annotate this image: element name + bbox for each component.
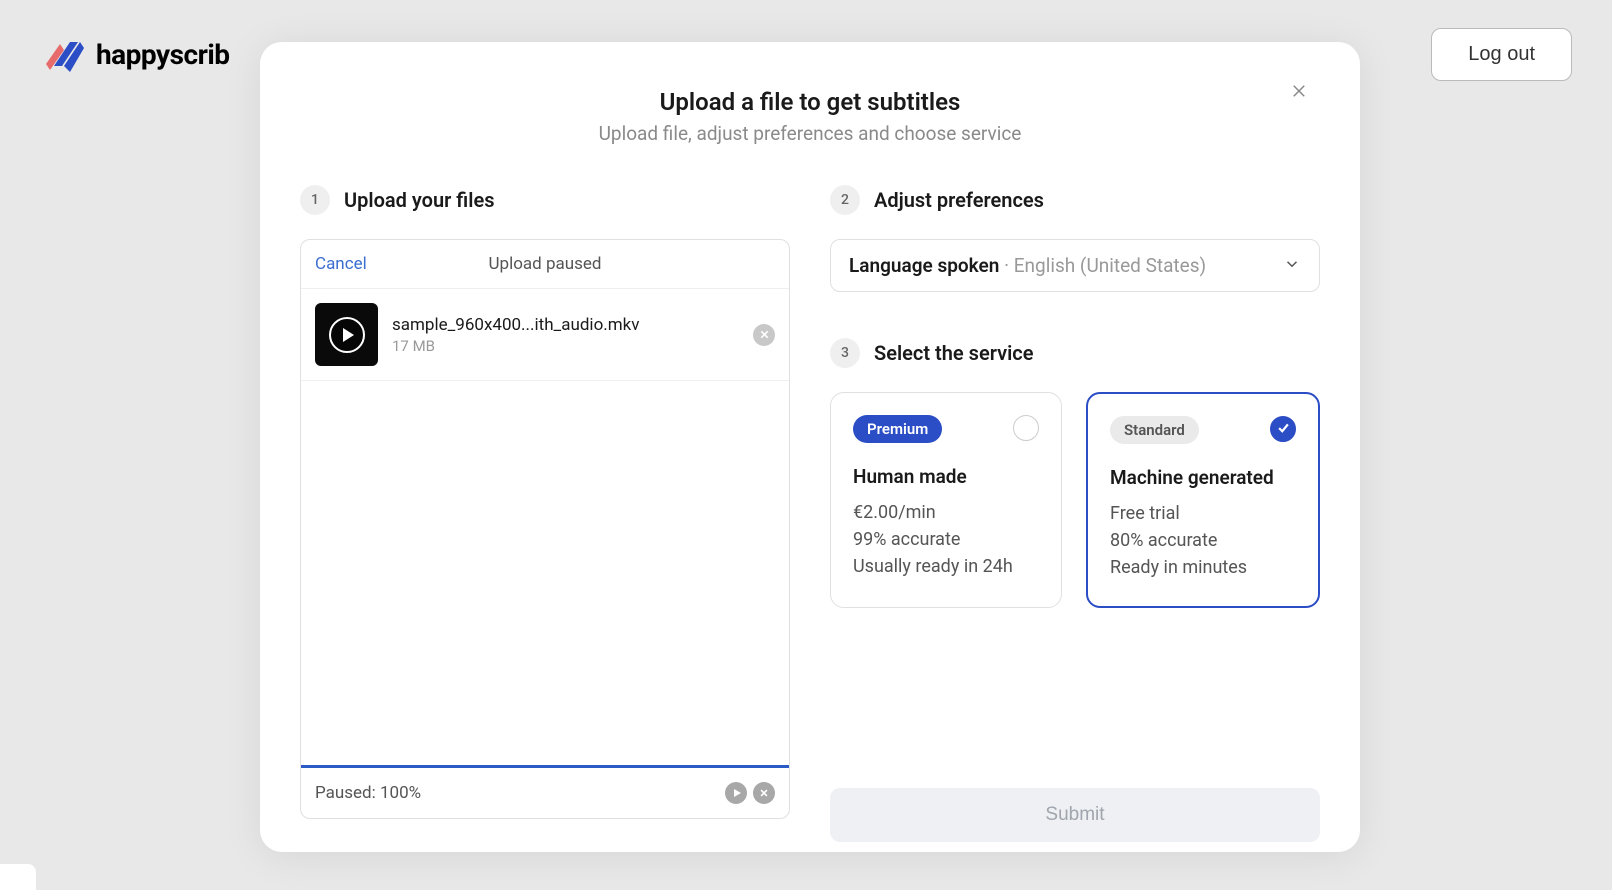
step-number: 3 xyxy=(830,338,860,368)
upload-box: Cancel Upload paused sample_960x400...it… xyxy=(300,239,790,819)
service-accuracy: 80% accurate xyxy=(1110,530,1296,551)
cancel-link[interactable]: Cancel xyxy=(315,254,367,274)
language-select[interactable]: Language spoken · English (United States… xyxy=(830,239,1320,292)
service-card-premium[interactable]: Premium Human made €2.00/min 99% accurat… xyxy=(830,392,1062,608)
file-info: sample_960x400...ith_audio.mkv 17 MB xyxy=(392,315,739,355)
cancel-upload-icon[interactable] xyxy=(753,782,775,804)
submit-button[interactable]: Submit xyxy=(830,788,1320,842)
upload-modal: Upload a file to get subtitles Upload fi… xyxy=(260,42,1360,852)
step-number: 2 xyxy=(830,185,860,215)
language-value: English (United States) xyxy=(1014,254,1206,277)
help-widget[interactable] xyxy=(0,864,36,890)
right-column: 2 Adjust preferences Language spoken · E… xyxy=(830,185,1320,842)
file-name: sample_960x400...ith_audio.mkv xyxy=(392,315,739,335)
file-row: sample_960x400...ith_audio.mkv 17 MB xyxy=(301,289,789,381)
step-number: 1 xyxy=(300,185,330,215)
left-column: 1 Upload your files Cancel Upload paused… xyxy=(300,185,790,842)
resume-icon[interactable] xyxy=(725,782,747,804)
step-label: Select the service xyxy=(874,341,1033,365)
radio-unchecked-icon[interactable] xyxy=(1013,415,1039,441)
service-price: Free trial xyxy=(1110,503,1296,524)
service-title: Human made xyxy=(853,465,1039,488)
step-label: Upload your files xyxy=(344,188,495,212)
logo-icon xyxy=(40,32,86,78)
service-eta: Ready in minutes xyxy=(1110,557,1296,578)
service-accuracy: 99% accurate xyxy=(853,529,1039,550)
upload-controls xyxy=(725,782,775,804)
step-1-header: 1 Upload your files xyxy=(300,185,790,215)
file-size: 17 MB xyxy=(392,337,739,355)
radio-checked-icon[interactable] xyxy=(1270,416,1296,442)
language-label: Language spoken xyxy=(849,254,999,277)
step-label: Adjust preferences xyxy=(874,188,1044,212)
premium-badge: Premium xyxy=(853,415,942,443)
service-title: Machine generated xyxy=(1110,466,1296,489)
check-icon xyxy=(1276,420,1291,439)
logout-button[interactable]: Log out xyxy=(1431,28,1572,81)
chevron-down-icon xyxy=(1283,255,1301,277)
play-icon xyxy=(329,317,365,353)
brand-name: happyscrib xyxy=(96,38,230,71)
upload-footer-status: Paused: 100% xyxy=(315,783,421,803)
step-2-header: 2 Adjust preferences xyxy=(830,185,1320,215)
remove-file-icon[interactable] xyxy=(753,324,775,346)
upload-header: Cancel Upload paused xyxy=(301,240,789,289)
step-3-header: 3 Select the service xyxy=(830,338,1320,368)
service-eta: Usually ready in 24h xyxy=(853,556,1039,577)
video-thumbnail[interactable] xyxy=(315,303,378,366)
upload-footer: Paused: 100% xyxy=(301,768,789,818)
service-price: €2.00/min xyxy=(853,502,1039,523)
standard-badge: Standard xyxy=(1110,416,1199,444)
upload-status: Upload paused xyxy=(489,254,602,274)
service-card-standard[interactable]: Standard Machine generated Free trial 80… xyxy=(1086,392,1320,608)
modal-content: 1 Upload your files Cancel Upload paused… xyxy=(300,185,1320,842)
close-icon[interactable] xyxy=(1290,82,1320,112)
modal-title: Upload a file to get subtitles xyxy=(300,88,1320,116)
service-cards: Premium Human made €2.00/min 99% accurat… xyxy=(830,392,1320,608)
modal-subtitle: Upload file, adjust preferences and choo… xyxy=(300,122,1320,145)
brand-logo[interactable]: happyscrib xyxy=(40,32,230,78)
